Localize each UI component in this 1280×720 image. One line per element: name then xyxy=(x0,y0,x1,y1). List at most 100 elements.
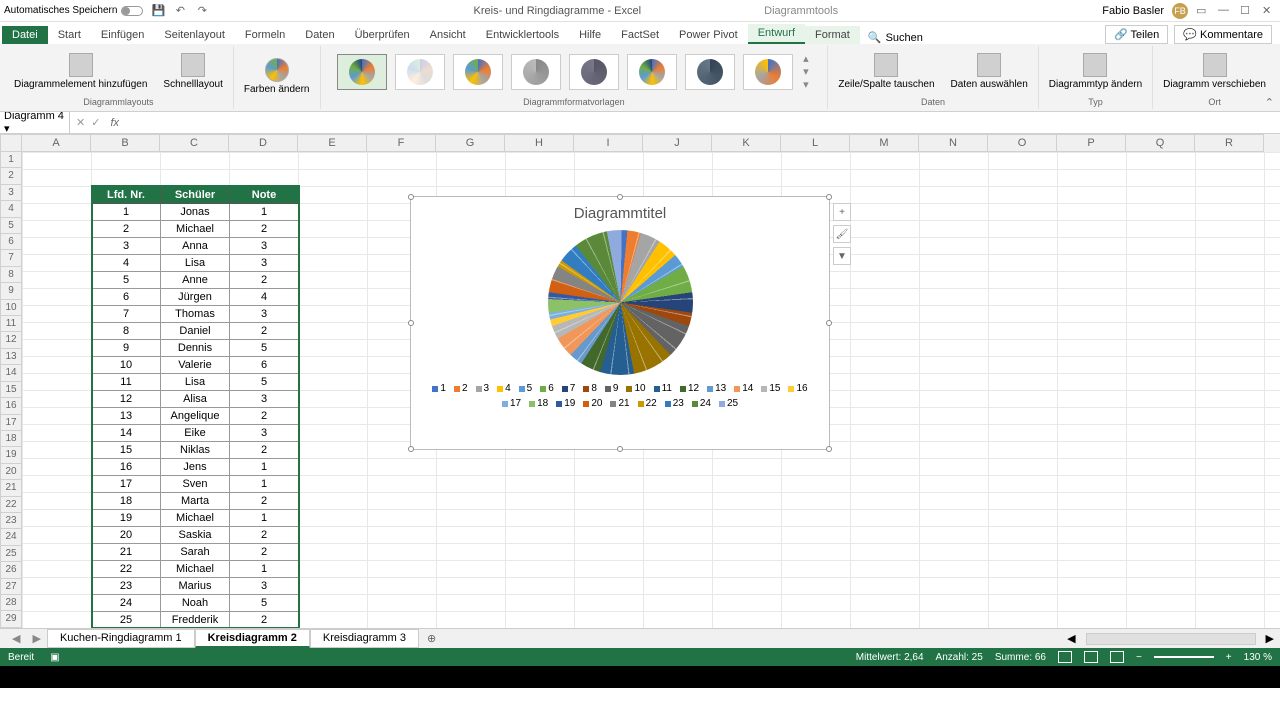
legend-item[interactable]: 11 xyxy=(654,383,672,394)
save-icon[interactable]: 💾 xyxy=(151,4,165,18)
ribbon-tab-ansicht[interactable]: Ansicht xyxy=(420,26,476,44)
cancel-formula-icon[interactable]: ✕ xyxy=(76,116,85,129)
move-chart-button[interactable]: Diagramm verschieben xyxy=(1159,51,1270,92)
col-header-J[interactable]: J xyxy=(643,134,712,152)
redo-icon[interactable]: ↷ xyxy=(195,4,209,18)
chart-legend[interactable]: 1234567891011121314151617181920212223242… xyxy=(411,375,829,413)
table-row[interactable]: 10Valerie6 xyxy=(92,357,299,374)
table-row[interactable]: 3Anna3 xyxy=(92,238,299,255)
ribbon-tab-hilfe[interactable]: Hilfe xyxy=(569,26,611,44)
legend-item[interactable]: 16 xyxy=(788,383,807,394)
ribbon-tab-power pivot[interactable]: Power Pivot xyxy=(669,26,748,44)
zoom-level[interactable]: 130 % xyxy=(1244,652,1272,663)
gallery-more-icon[interactable]: ▾ xyxy=(803,78,809,91)
row-header-25[interactable]: 25 xyxy=(0,546,22,562)
row-header-3[interactable]: 3 xyxy=(0,185,22,201)
row-header-14[interactable]: 14 xyxy=(0,365,22,381)
table-row[interactable]: 6Jürgen4 xyxy=(92,289,299,306)
legend-item[interactable]: 2 xyxy=(454,383,468,394)
legend-item[interactable]: 3 xyxy=(476,383,490,394)
table-row[interactable]: 14Eike3 xyxy=(92,425,299,442)
legend-item[interactable]: 15 xyxy=(761,383,780,394)
col-header-R[interactable]: R xyxy=(1195,134,1264,152)
autosave-toggle[interactable]: Automatisches Speichern xyxy=(4,5,143,16)
ribbon-tab-factset[interactable]: FactSet xyxy=(611,26,669,44)
table-row[interactable]: 9Dennis5 xyxy=(92,340,299,357)
legend-item[interactable]: 7 xyxy=(562,383,576,394)
change-colors-button[interactable]: Farben ändern xyxy=(240,56,314,97)
col-header-C[interactable]: C xyxy=(160,134,229,152)
formula-input[interactable] xyxy=(123,113,1280,132)
col-header-K[interactable]: K xyxy=(712,134,781,152)
data-table[interactable]: Lfd. Nr.SchülerNote 1Jonas12Michael23Ann… xyxy=(91,186,299,628)
add-chart-element-button[interactable]: Diagrammelement hinzufügen xyxy=(10,51,151,92)
worksheet-grid[interactable]: ABCDEFGHIJKLMNOPQR 123456789101112131415… xyxy=(0,134,1280,628)
chart-style-4[interactable] xyxy=(511,54,561,90)
row-header-11[interactable]: 11 xyxy=(0,316,22,332)
gallery-down-icon[interactable]: ▾ xyxy=(803,65,809,78)
row-header-16[interactable]: 16 xyxy=(0,398,22,414)
table-row[interactable]: 1Jonas1 xyxy=(92,204,299,221)
user-avatar[interactable]: FB xyxy=(1172,3,1188,19)
legend-item[interactable]: 14 xyxy=(734,383,753,394)
col-header-F[interactable]: F xyxy=(367,134,436,152)
row-header-4[interactable]: 4 xyxy=(0,201,22,217)
legend-item[interactable]: 9 xyxy=(605,383,619,394)
table-row[interactable]: 17Sven1 xyxy=(92,476,299,493)
sheet-nav-next[interactable]: ▶ xyxy=(26,632,46,645)
table-row[interactable]: 24Noah5 xyxy=(92,595,299,612)
zoom-out-button[interactable]: − xyxy=(1136,652,1142,663)
legend-item[interactable]: 12 xyxy=(680,383,699,394)
row-header-17[interactable]: 17 xyxy=(0,415,22,431)
page-break-view-button[interactable] xyxy=(1110,651,1124,663)
legend-item[interactable]: 25 xyxy=(719,398,738,409)
col-header-E[interactable]: E xyxy=(298,134,367,152)
col-header-G[interactable]: G xyxy=(436,134,505,152)
row-header-15[interactable]: 15 xyxy=(0,382,22,398)
close-icon[interactable]: ✕ xyxy=(1262,4,1276,18)
zoom-slider[interactable] xyxy=(1154,656,1214,658)
minimize-icon[interactable]: — xyxy=(1218,4,1232,18)
table-header[interactable]: Lfd. Nr. xyxy=(92,187,161,204)
legend-item[interactable]: 20 xyxy=(583,398,602,409)
table-row[interactable]: 16Jens1 xyxy=(92,459,299,476)
table-row[interactable]: 19Michael1 xyxy=(92,510,299,527)
table-row[interactable]: 2Michael2 xyxy=(92,221,299,238)
col-header-M[interactable]: M xyxy=(850,134,919,152)
share-button[interactable]: 🔗 Teilen xyxy=(1105,25,1168,44)
chart-title[interactable]: Diagrammtitel xyxy=(411,197,829,222)
table-row[interactable]: 25Fredderik2 xyxy=(92,612,299,629)
table-row[interactable]: 11Lisa5 xyxy=(92,374,299,391)
ribbon-options-icon[interactable]: ▭ xyxy=(1196,4,1210,18)
new-sheet-button[interactable]: ⊕ xyxy=(419,632,444,645)
ribbon-tab-formeln[interactable]: Formeln xyxy=(235,26,295,44)
table-row[interactable]: 21Sarah2 xyxy=(92,544,299,561)
hscroll-right[interactable]: ▶ xyxy=(1266,632,1274,645)
table-row[interactable]: 18Marta2 xyxy=(92,493,299,510)
row-header-8[interactable]: 8 xyxy=(0,267,22,283)
ribbon-tab-daten[interactable]: Daten xyxy=(295,26,344,44)
col-header-H[interactable]: H xyxy=(505,134,574,152)
row-header-29[interactable]: 29 xyxy=(0,611,22,627)
table-row[interactable]: 4Lisa3 xyxy=(92,255,299,272)
table-header[interactable]: Schüler xyxy=(161,187,230,204)
sheet-nav-prev[interactable]: ◀ xyxy=(6,632,26,645)
chart-style-8[interactable] xyxy=(743,54,793,90)
legend-item[interactable]: 23 xyxy=(665,398,684,409)
col-header-D[interactable]: D xyxy=(229,134,298,152)
macro-record-icon[interactable]: ▣ xyxy=(50,652,59,663)
legend-item[interactable]: 1 xyxy=(432,383,446,394)
col-header-N[interactable]: N xyxy=(919,134,988,152)
undo-icon[interactable]: ↶ xyxy=(173,4,187,18)
col-header-Q[interactable]: Q xyxy=(1126,134,1195,152)
zoom-in-button[interactable]: + xyxy=(1226,652,1232,663)
row-header-6[interactable]: 6 xyxy=(0,234,22,250)
chart-filter-button[interactable]: ▼ xyxy=(833,247,851,265)
legend-item[interactable]: 10 xyxy=(626,383,645,394)
row-header-2[interactable]: 2 xyxy=(0,168,22,184)
legend-item[interactable]: 21 xyxy=(610,398,629,409)
search-box[interactable]: 🔍 Suchen xyxy=(860,31,931,44)
row-header-28[interactable]: 28 xyxy=(0,595,22,611)
ribbon-tab-format[interactable]: Format xyxy=(805,26,860,44)
row-header-1[interactable]: 1 xyxy=(0,152,22,168)
